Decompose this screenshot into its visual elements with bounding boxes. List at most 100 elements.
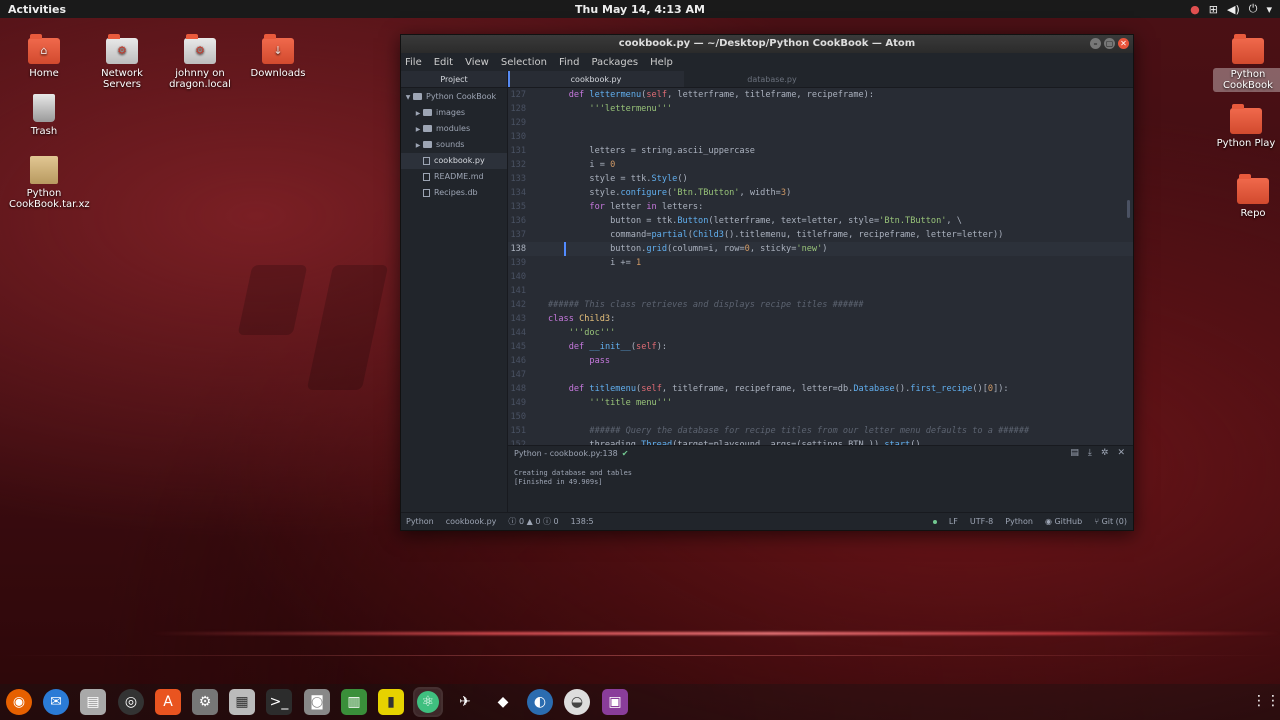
editor-scrollbar[interactable]: [1127, 200, 1130, 218]
minimize-button[interactable]: –: [1090, 38, 1101, 49]
tab-cookbook-py[interactable]: cookbook.py: [508, 71, 684, 87]
gear-icon[interactable]: ✲: [1101, 448, 1109, 458]
code-line[interactable]: 148 def titlemenu(self, titleframe, reci…: [508, 382, 1133, 396]
screenshot-icon[interactable]: ◙: [304, 689, 330, 715]
tree-item-recipes-db[interactable]: Recipes.db: [401, 185, 507, 201]
menu-packages[interactable]: Packages: [590, 57, 639, 68]
desktop-icon-network-servers[interactable]: ⚙ Network Servers: [87, 34, 157, 90]
code-line[interactable]: 134 style.configure('Btn.TButton', width…: [508, 186, 1133, 200]
system-tray[interactable]: ● ⊞ ◀) ⏻ ▾: [1190, 2, 1272, 16]
code-line[interactable]: 135 for letter in letters:: [508, 200, 1133, 214]
menu-find[interactable]: Find: [558, 57, 581, 68]
download-icon[interactable]: ⤓: [1088, 448, 1092, 458]
code-lines: 127 def lettermenu(self, letterframe, ti…: [508, 88, 1133, 445]
wallpaper-shape: [237, 265, 308, 335]
tree-item-images[interactable]: ▶ images: [401, 105, 507, 121]
status-diagnostics[interactable]: ⓘ 0 ▲ 0 ⓘ 0: [508, 516, 558, 527]
code-line[interactable]: 138 button.grid(column=i, row=0, sticky=…: [508, 242, 1133, 256]
code-line[interactable]: 127 def lettermenu(self, letterframe, ti…: [508, 88, 1133, 102]
gutter: [534, 200, 542, 214]
status-github[interactable]: ◉ GitHub: [1045, 517, 1082, 526]
code-line[interactable]: 132 i = 0: [508, 158, 1133, 172]
mouse-app-icon[interactable]: ✈: [452, 689, 478, 715]
code-text: '''doc''': [568, 328, 616, 338]
desktop-icon-python-cookbook[interactable]: Python CookBook: [1213, 34, 1280, 92]
software-center-icon[interactable]: A: [155, 689, 181, 715]
code-line[interactable]: 130: [508, 130, 1133, 144]
calculator-icon[interactable]: ▥: [341, 689, 367, 715]
show-applications-icon[interactable]: ⋮⋮: [1252, 692, 1280, 710]
gutter: [534, 130, 542, 144]
network-app-icon[interactable]: ◐: [527, 689, 553, 715]
thunderbird-icon[interactable]: ✉: [43, 689, 69, 715]
status-line-ending[interactable]: LF: [949, 517, 958, 526]
desktop-icon-archive[interactable]: Python CookBook.tar.xz: [9, 156, 90, 210]
inkscape-icon[interactable]: ◆: [490, 689, 516, 715]
status-cursor-position[interactable]: 138:5: [571, 517, 594, 526]
code-line[interactable]: 136 button = ttk.Button(letterframe, tex…: [508, 214, 1133, 228]
tree-item-modules[interactable]: ▶ modules: [401, 121, 507, 137]
baseball-app-icon[interactable]: ◒: [564, 689, 590, 715]
desktop-icon-repo[interactable]: Repo: [1218, 174, 1280, 219]
line-number: 142: [510, 300, 526, 310]
tree-item-sounds[interactable]: ▶ sounds: [401, 137, 507, 153]
tree-item-cookbook-py[interactable]: cookbook.py: [401, 153, 507, 169]
desktop-icon-network-share[interactable]: ⚙ johnny on dragon.local: [165, 34, 235, 90]
code-line[interactable]: 150: [508, 410, 1133, 424]
code-line[interactable]: 145 def __init__(self):: [508, 340, 1133, 354]
desktop-icon-downloads[interactable]: ↓ Downloads: [243, 34, 313, 79]
file-icon: [423, 172, 430, 181]
status-grammar[interactable]: Python: [1005, 517, 1033, 526]
status-grammar-left[interactable]: Python: [406, 517, 434, 526]
terminal-icon[interactable]: >_: [266, 689, 292, 715]
tab-database-py[interactable]: database.py: [684, 71, 860, 87]
media-app-icon[interactable]: ▣: [602, 689, 628, 715]
file-icon: [423, 156, 430, 165]
code-line[interactable]: 142 ###### This class retrieves and displ…: [508, 298, 1133, 312]
code-line[interactable]: 129: [508, 116, 1133, 130]
window-titlebar[interactable]: cookbook.py — ~/Desktop/Python CookBook …: [401, 35, 1133, 53]
code-line[interactable]: 149 '''title menu''': [508, 396, 1133, 410]
status-git[interactable]: ⑂ Git (0): [1094, 517, 1127, 526]
tree-root[interactable]: ▼ Python CookBook: [401, 89, 507, 105]
menu-file[interactable]: File: [404, 57, 423, 68]
code-line[interactable]: 140: [508, 270, 1133, 284]
status-file[interactable]: cookbook.py: [446, 517, 497, 526]
menu-edit[interactable]: Edit: [433, 57, 454, 68]
code-editor[interactable]: 127 def lettermenu(self, letterframe, ti…: [508, 88, 1133, 445]
code-line[interactable]: 141: [508, 284, 1133, 298]
code-line[interactable]: 152 threading.Thread(target=playsound, a…: [508, 438, 1133, 445]
tree-item-readme[interactable]: README.md: [401, 169, 507, 185]
settings-icon[interactable]: ⚙: [192, 689, 218, 715]
code-line[interactable]: 131 letters = string.ascii_uppercase: [508, 144, 1133, 158]
code-line[interactable]: 139 i += 1: [508, 256, 1133, 270]
code-line[interactable]: 133 style = ttk.Style(): [508, 172, 1133, 186]
code-line[interactable]: 144 '''doc''': [508, 326, 1133, 340]
desktop-icon-python-play[interactable]: Python Play: [1211, 104, 1280, 149]
code-line[interactable]: 128 '''lettermenu''': [508, 102, 1133, 116]
menu-view[interactable]: View: [464, 57, 490, 68]
code-line[interactable]: 151 ###### Query the database for recipe…: [508, 424, 1133, 438]
archive-manager-icon[interactable]: ▮: [378, 689, 404, 715]
clock[interactable]: Thu May 14, 4:13 AM: [0, 3, 1280, 16]
status-encoding[interactable]: UTF-8: [970, 517, 993, 526]
code-line[interactable]: 147: [508, 368, 1133, 382]
desktop-icon-home[interactable]: ⌂ Home: [9, 34, 79, 79]
desktop-icon-trash[interactable]: Trash: [9, 94, 79, 137]
git-branch-icon: ⑂: [1094, 517, 1100, 526]
rhythmbox-icon[interactable]: ◎: [118, 689, 144, 715]
close-icon[interactable]: ✕: [1117, 448, 1125, 458]
menu-help[interactable]: Help: [649, 57, 674, 68]
code-line[interactable]: 143 class Child3:: [508, 312, 1133, 326]
files-icon[interactable]: ▤: [80, 689, 106, 715]
code-line[interactable]: 137 command=partial(Child3().titlemenu, …: [508, 228, 1133, 242]
menu-selection[interactable]: Selection: [500, 57, 548, 68]
firefox-icon[interactable]: ◉: [6, 689, 32, 715]
project-tab[interactable]: Project: [401, 71, 507, 88]
close-button[interactable]: ✕: [1118, 38, 1129, 49]
copy-icon[interactable]: ▤: [1070, 448, 1079, 458]
utilities-icon[interactable]: ▦: [229, 689, 255, 715]
atom-icon[interactable]: ⚛: [415, 689, 441, 715]
maximize-button[interactable]: ▢: [1104, 38, 1115, 49]
code-line[interactable]: 146 pass: [508, 354, 1133, 368]
